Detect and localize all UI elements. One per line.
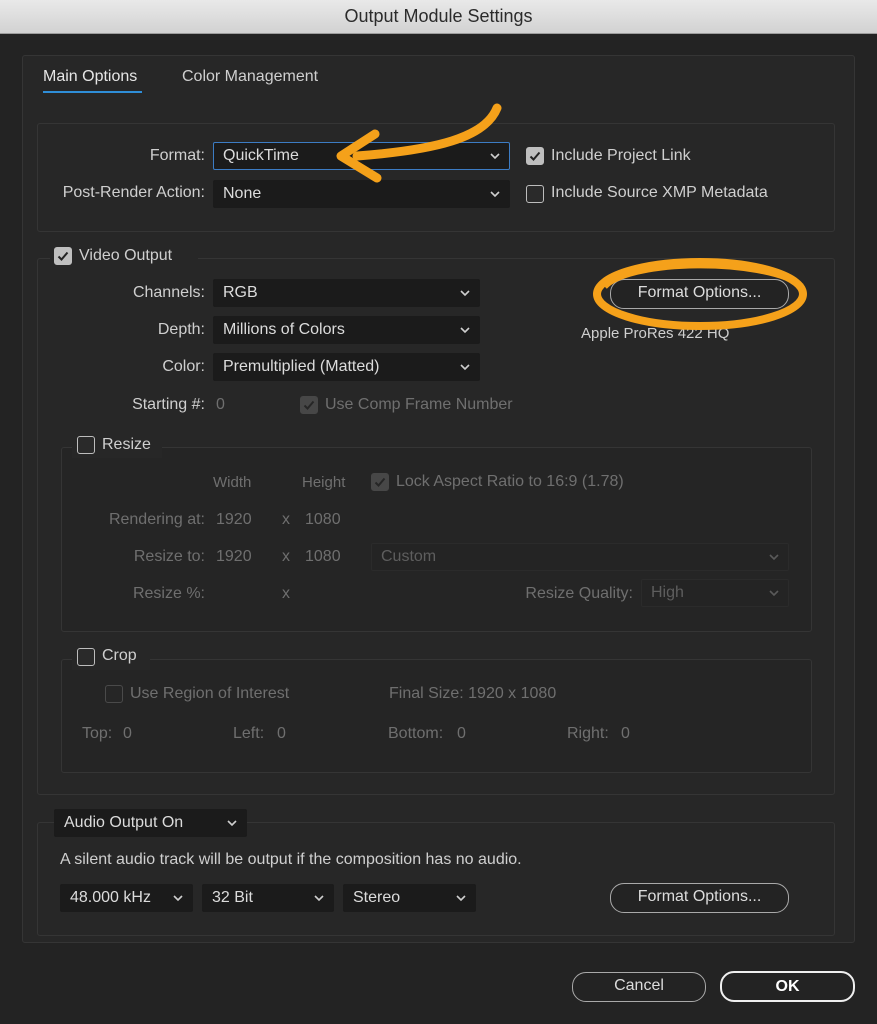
- checkmark-icon: [57, 251, 69, 261]
- tab-main-options[interactable]: Main Options: [43, 68, 137, 86]
- audio-bits-value: 32 Bit: [212, 889, 253, 906]
- audio-channels-value: Stereo: [353, 889, 401, 906]
- audio-rate-value: 48.000 kHz: [70, 889, 151, 906]
- tab-color-management[interactable]: Color Management: [182, 68, 318, 86]
- include-project-link-checkbox[interactable]: [526, 147, 544, 165]
- resize-to-label: Resize to:: [133, 548, 205, 565]
- use-roi-label: Use Region of Interest: [130, 685, 290, 702]
- video-output-label: Video Output: [79, 247, 173, 264]
- audio-format-options-button[interactable]: Format Options...: [610, 883, 789, 913]
- chevron-down-icon: [769, 590, 779, 597]
- final-size-text: Final Size: 1920 x 1080: [389, 685, 557, 702]
- starting-label: Starting #:: [132, 396, 205, 413]
- crop-right-value[interactable]: 0: [621, 725, 630, 743]
- rendering-width: 1920: [216, 511, 252, 528]
- window-title: Output Module Settings: [0, 0, 877, 34]
- crop-left-value[interactable]: 0: [277, 725, 286, 743]
- checkmark-icon: [303, 400, 315, 410]
- chevron-down-icon: [460, 327, 470, 334]
- resize-percent-label: Resize %:: [132, 585, 205, 602]
- audio-rate-select[interactable]: 48.000 kHz: [60, 884, 193, 912]
- resize-to-x: x: [282, 548, 290, 565]
- lock-aspect-checkbox[interactable]: [371, 473, 389, 491]
- resize-to-height[interactable]: 1080: [305, 548, 341, 566]
- crop-right-label: Right:: [567, 725, 609, 742]
- format-label: Format:: [149, 147, 205, 164]
- crop-top-label: Top:: [82, 725, 113, 742]
- depth-select[interactable]: Millions of Colors: [213, 316, 480, 344]
- resize-quality-select[interactable]: High: [641, 579, 789, 607]
- color-label: Color:: [162, 358, 205, 375]
- resize-to-width[interactable]: 1920: [216, 548, 252, 566]
- crop-top-value[interactable]: 0: [123, 725, 132, 743]
- depth-value: Millions of Colors: [223, 321, 345, 338]
- chevron-down-icon: [456, 895, 466, 902]
- resize-label: Resize: [102, 436, 151, 453]
- crop-bottom-label: Bottom:: [388, 725, 444, 742]
- checkmark-icon: [529, 151, 541, 161]
- crop-left-label: Left:: [233, 725, 265, 742]
- ok-button[interactable]: OK: [720, 971, 855, 1002]
- depth-label: Depth:: [157, 321, 205, 338]
- include-project-link-label: Include Project Link: [551, 147, 691, 164]
- width-header: Width: [213, 474, 252, 491]
- chevron-down-icon: [769, 554, 779, 561]
- resize-preset-value: Custom: [381, 548, 437, 565]
- rendering-at-label: Rendering at:: [108, 511, 205, 528]
- crop-checkbox[interactable]: [77, 648, 95, 666]
- height-header: Height: [302, 474, 346, 491]
- active-tab-indicator: [43, 91, 142, 93]
- chevron-down-icon: [460, 364, 470, 371]
- use-comp-frame-checkbox[interactable]: [300, 396, 318, 414]
- use-roi-checkbox[interactable]: [105, 685, 123, 703]
- resize-quality-label: Resize Quality:: [525, 585, 633, 602]
- starting-value: 0: [216, 396, 225, 413]
- chevron-down-icon: [314, 895, 324, 902]
- resize-checkbox[interactable]: [77, 436, 95, 454]
- color-select[interactable]: Premultiplied (Matted): [213, 353, 480, 381]
- post-render-label: Post-Render Action:: [62, 184, 205, 201]
- crop-group: [61, 659, 812, 773]
- audio-bits-select[interactable]: 32 Bit: [202, 884, 334, 912]
- include-xmp-label: Include Source XMP Metadata: [551, 184, 768, 201]
- channels-label: Channels:: [132, 284, 205, 301]
- channels-select[interactable]: RGB: [213, 279, 480, 307]
- resize-preset-select[interactable]: Custom: [371, 543, 789, 571]
- post-render-value: None: [223, 185, 262, 202]
- audio-output-value: Audio Output On: [64, 814, 184, 831]
- chevron-down-icon: [173, 895, 183, 902]
- crop-bottom-value[interactable]: 0: [457, 725, 466, 743]
- crop-label: Crop: [102, 647, 137, 664]
- chevron-down-icon: [460, 290, 470, 297]
- audio-output-select[interactable]: Audio Output On: [54, 809, 247, 837]
- rendering-height: 1080: [305, 511, 341, 528]
- format-select-value: QuickTime: [223, 147, 299, 164]
- rendering-x: x: [282, 511, 290, 528]
- annotation-circle-icon: [593, 258, 807, 330]
- audio-channels-select[interactable]: Stereo: [343, 884, 476, 912]
- chevron-down-icon: [227, 820, 237, 827]
- resize-percent-x: x: [282, 585, 290, 602]
- color-value: Premultiplied (Matted): [223, 358, 380, 375]
- use-comp-frame-label: Use Comp Frame Number: [325, 396, 513, 413]
- resize-quality-value: High: [651, 584, 684, 601]
- channels-value: RGB: [223, 284, 258, 301]
- lock-aspect-label: Lock Aspect Ratio to 16:9 (1.78): [396, 473, 624, 490]
- cancel-button[interactable]: Cancel: [572, 972, 706, 1002]
- checkmark-icon: [374, 477, 386, 487]
- include-xmp-checkbox[interactable]: [526, 185, 544, 203]
- video-output-checkbox[interactable]: [54, 247, 72, 265]
- audio-note: A silent audio track will be output if t…: [60, 851, 522, 868]
- annotation-arrow-icon: [336, 103, 502, 183]
- audio-group: [37, 822, 835, 936]
